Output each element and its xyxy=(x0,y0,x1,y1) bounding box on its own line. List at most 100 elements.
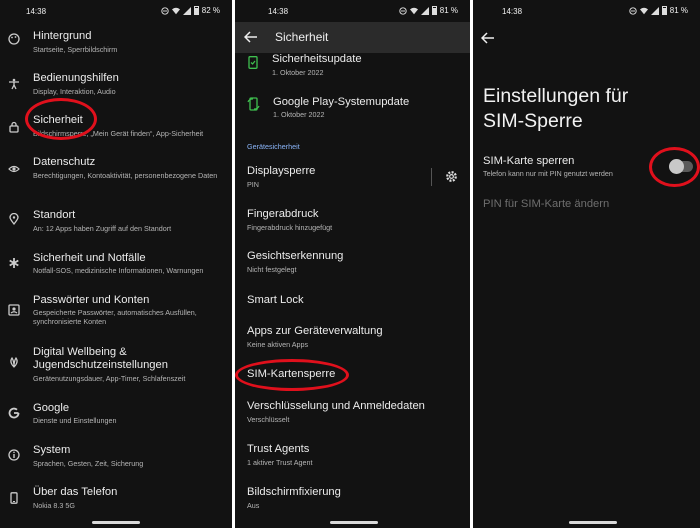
settings-item-title: Datenschutz xyxy=(33,156,96,168)
page-title: Einstellungen für SIM-Sperre xyxy=(483,85,629,132)
settings-item-title: Standort xyxy=(33,209,76,221)
highlight-circle xyxy=(235,359,349,391)
settings-item-title: Hintergrund xyxy=(33,30,92,42)
settings-item-digital-wellbeing-jugendschutzeinstellungen[interactable]: Digital Wellbeing & Jugendschutzeinstell… xyxy=(0,343,232,385)
google-icon xyxy=(8,407,20,419)
settings-panel: 14:38 82 % Hintergrund Startseite, Sperrb… xyxy=(0,0,232,528)
security-item-title: Gesichtserkennung xyxy=(247,250,344,262)
settings-item-subtitle: Dienste und Einstellungen xyxy=(33,416,117,425)
nav-gesture-bar[interactable] xyxy=(92,521,140,524)
highlight-circle xyxy=(649,147,700,187)
settings-item-title: Bedienungshilfen xyxy=(33,72,119,84)
settings-item-title: Google xyxy=(33,402,70,414)
dnd-icon xyxy=(161,6,169,15)
security-item-title: Verschlüsselung und Anmeldedaten xyxy=(247,400,425,412)
wellbeing-icon xyxy=(10,356,18,368)
settings-item-subtitle: Gerätenutzungsdauer, App-Timer, Schlafen… xyxy=(33,374,186,383)
security-item-subtitle: PIN xyxy=(247,180,259,189)
settings-item-standort[interactable]: Standort An: 12 Apps haben Zugriff auf de… xyxy=(0,205,232,235)
gear-icon[interactable] xyxy=(445,170,458,183)
location-icon xyxy=(9,213,19,225)
nav-gesture-bar[interactable] xyxy=(330,521,378,524)
security-item-title: Displaysperre xyxy=(247,165,316,177)
sync-icon xyxy=(247,97,260,111)
security-update-item[interactable]: Sicherheitsupdate 1. Oktober 2022 xyxy=(235,53,470,81)
battery-level: 82 % xyxy=(201,6,220,15)
dnd-icon xyxy=(629,6,637,15)
security-item-apps-zur-geräteverwaltung[interactable]: Apps zur Geräteverwaltung Keine aktiven A… xyxy=(235,325,470,355)
security-item-subtitle: Aus xyxy=(247,501,260,510)
security-item-title: Smart Lock xyxy=(247,294,304,306)
back-arrow-icon[interactable] xyxy=(481,32,495,44)
security-item-title: Bildschirmfixierung xyxy=(247,486,341,498)
account-box-icon xyxy=(8,304,20,316)
lock-icon xyxy=(9,121,19,133)
security-item-subtitle: Keine aktiven Apps xyxy=(247,340,309,349)
settings-item-title: Sicherheit und Notfälle xyxy=(33,252,146,264)
info-icon xyxy=(8,449,20,461)
settings-item-title: Passwörter und Konten xyxy=(33,294,150,306)
settings-item-subtitle: Notfall-SOS, medizinische Informationen,… xyxy=(33,266,204,275)
phone-check-icon xyxy=(248,56,258,69)
settings-item-subtitle: Berechtigungen, Kontoaktivität, personen… xyxy=(33,171,218,180)
wifi-icon xyxy=(639,7,648,14)
settings-item-title: System xyxy=(33,444,71,456)
wifi-icon xyxy=(171,7,180,14)
status-bar: 14:38 81 % xyxy=(235,0,470,22)
settings-item-subtitle: Gespeicherte Passwörter, automatisches A… xyxy=(33,308,197,326)
page-title: Sicherheit xyxy=(275,30,329,44)
security-item-bildschirmfixierung[interactable]: Bildschirmfixierung Aus xyxy=(235,486,470,516)
security-item-displaysperre[interactable]: Displaysperre PIN xyxy=(235,165,470,195)
battery-icon xyxy=(661,6,667,15)
highlight-circle xyxy=(25,98,97,140)
settings-item-bedienungshilfen[interactable]: Bedienungshilfen Display, Interaktion, Au… xyxy=(0,68,232,98)
settings-item-subtitle: Nokia 8.3 5G xyxy=(33,501,75,510)
section-header: Gerätesicherheit xyxy=(247,142,300,151)
nav-gesture-bar[interactable] xyxy=(569,521,617,524)
settings-item-über-das-telefon[interactable]: Über das Telefon Nokia 8.3 5G xyxy=(0,483,232,513)
divider xyxy=(431,168,432,186)
accessibility-icon xyxy=(9,78,19,90)
security-item-title: Fingerabdruck xyxy=(247,208,319,220)
settings-item-title: Über das Telefon xyxy=(33,486,118,498)
security-item-smart-lock[interactable]: Smart Lock xyxy=(235,294,470,324)
sim-lock-panel: 14:38 81 % Einstellungen für SIM-Sperre … xyxy=(473,0,700,528)
security-item-subtitle: Verschlüsselt xyxy=(247,415,290,424)
status-time: 14:38 xyxy=(268,7,289,16)
eye-icon xyxy=(8,165,20,173)
app-bar: Sicherheit xyxy=(235,22,470,53)
settings-item-datenschutz[interactable]: Datenschutz Berechtigungen, Kontoaktivitä… xyxy=(0,152,232,194)
security-item-subtitle: 1 aktiver Trust Agent xyxy=(247,458,313,467)
battery-level: 81 % xyxy=(439,6,458,15)
battery-icon xyxy=(193,6,199,15)
security-item-fingerabdruck[interactable]: Fingerabdruck Fingerabdruck hinzugefügt xyxy=(235,208,470,238)
security-item-title: Apps zur Geräteverwaltung xyxy=(247,325,383,337)
status-time: 14:38 xyxy=(502,7,523,16)
battery-level: 81 % xyxy=(669,6,688,15)
settings-item-hintergrund[interactable]: Hintergrund Startseite, Sperrbildschirm xyxy=(0,27,232,55)
battery-icon xyxy=(431,6,437,15)
security-item-verschlüsselung-und-anmeldedaten[interactable]: Verschlüsselung und Anmeldedaten Verschlü… xyxy=(235,400,470,430)
settings-item-sicherheit-und-notfälle[interactable]: Sicherheit und Notfälle Notfall-SOS, medi… xyxy=(0,248,232,278)
back-arrow-icon[interactable] xyxy=(244,31,258,43)
settings-item-google[interactable]: Google Dienste und Einstellungen xyxy=(0,398,232,428)
settings-item-subtitle: An: 12 Apps haben Zugriff auf den Stando… xyxy=(33,224,172,233)
security-item-subtitle: Fingerabdruck hinzugefügt xyxy=(247,223,333,232)
security-item-trust-agents[interactable]: Trust Agents 1 aktiver Trust Agent xyxy=(235,443,470,473)
security-item-subtitle: Nicht festgelegt xyxy=(247,265,297,274)
settings-item-system[interactable]: System Sprachen, Gesten, Zeit, Sicherung xyxy=(0,440,232,470)
wifi-icon xyxy=(409,7,418,14)
security-panel: 14:38 81 % Sicherheit Sicherheitsupdate … xyxy=(235,0,470,528)
status-time: 14:38 xyxy=(26,7,47,16)
phone-icon xyxy=(10,492,18,504)
settings-item-passwörter-und-konten[interactable]: Passwörter und Konten Gespeicherte Passwö… xyxy=(0,290,232,332)
change-sim-pin-item[interactable]: PIN für SIM-Karte ändern xyxy=(483,198,609,210)
security-item-gesichtserkennung[interactable]: Gesichtserkennung Nicht festgelegt xyxy=(235,250,470,280)
palette-icon xyxy=(8,33,20,45)
settings-item-subtitle: Display, Interaktion, Audio xyxy=(33,87,116,96)
signal-icon xyxy=(650,6,659,15)
settings-item-title: Digital Wellbeing & Jugendschutzeinstell… xyxy=(33,346,168,371)
security-item-title: Trust Agents xyxy=(247,443,310,455)
play-system-update-item[interactable]: Google Play-Systemupdate 1. Oktober 2022 xyxy=(235,92,470,122)
status-bar: 14:38 82 % xyxy=(0,0,232,22)
